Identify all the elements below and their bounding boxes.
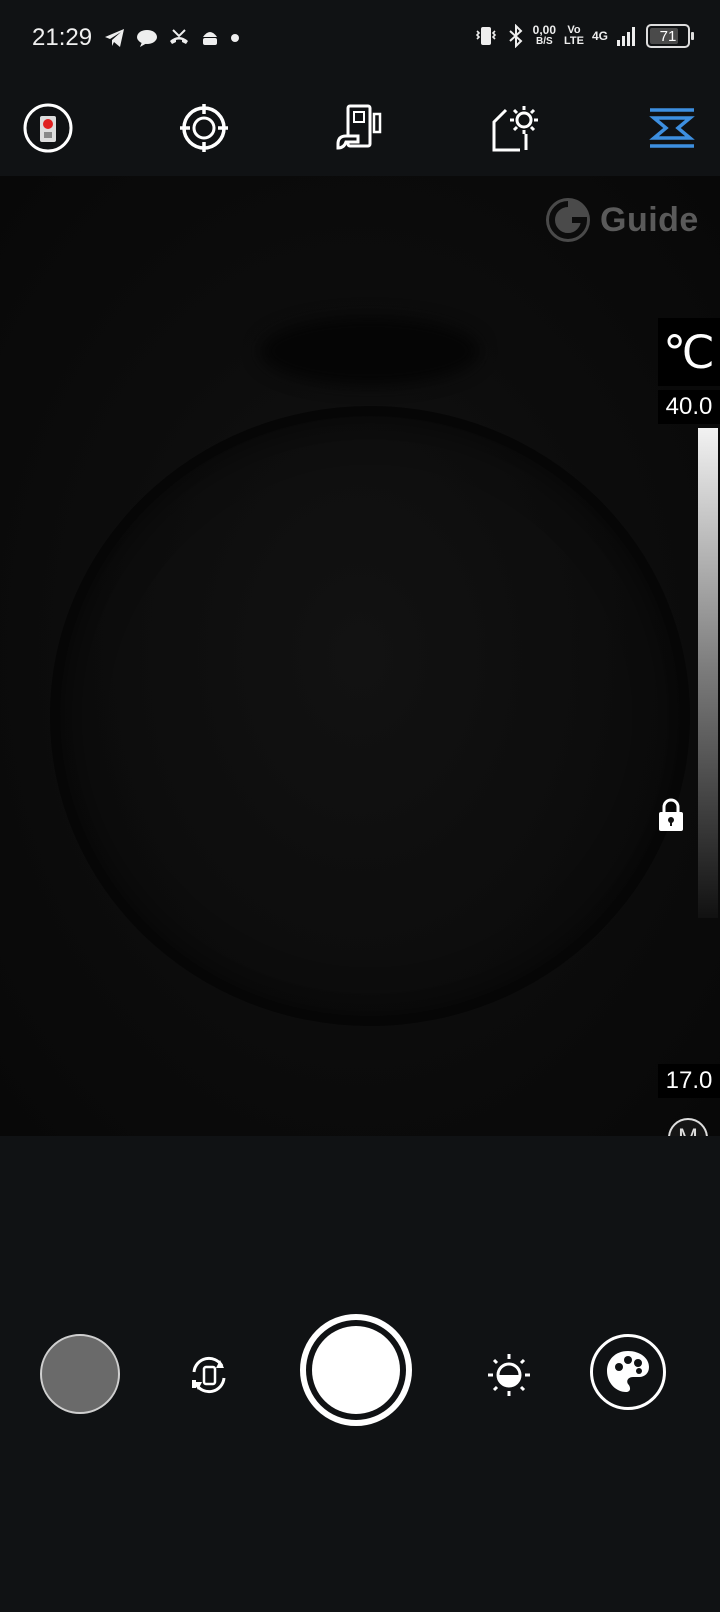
thermal-shadow xyxy=(260,316,480,386)
scale-gradient-bar[interactable] xyxy=(698,428,718,918)
device-wrench-icon xyxy=(336,104,382,150)
shutter-inner xyxy=(312,1326,400,1414)
rotate-device-icon xyxy=(192,1356,226,1394)
missed-call-icon xyxy=(170,29,188,44)
crosshair-target-icon xyxy=(180,104,228,152)
net-speed-value: 0,00 xyxy=(532,23,557,37)
brightness-button[interactable] xyxy=(486,1352,532,1403)
scale-lock-button[interactable] xyxy=(658,798,684,837)
guide-logo-icon xyxy=(546,198,590,242)
signal-icon xyxy=(617,27,635,46)
brightness-icon xyxy=(488,1354,530,1396)
net-speed: 0,00 B/S xyxy=(533,24,556,48)
image-settings-button[interactable] xyxy=(488,100,544,156)
bluetooth-icon xyxy=(508,24,523,48)
thermal-ring-shape xyxy=(50,406,690,1026)
vibrate-icon xyxy=(475,27,496,45)
brand-name: Guide xyxy=(600,200,699,239)
more-notifications-dot xyxy=(231,34,239,42)
volte-indicator: Vo LTE xyxy=(564,25,584,47)
image-brightness-icon xyxy=(492,106,538,152)
palette-icon xyxy=(607,1351,649,1392)
bottom-controls xyxy=(0,1300,720,1460)
target-button[interactable] xyxy=(176,100,232,156)
notification-icons xyxy=(104,28,240,48)
battery-level: 71 xyxy=(659,27,677,45)
network-generation: 4G xyxy=(591,29,608,43)
thermal-camera-icon xyxy=(23,103,73,153)
spot-range-button[interactable] xyxy=(644,100,700,156)
battery-indicator: 71 xyxy=(646,24,694,48)
system-status: 0,00 B/S Vo LTE 4G 71 xyxy=(473,24,694,48)
rotate-button[interactable] xyxy=(186,1352,232,1403)
temperature-unit[interactable]: ℃ xyxy=(658,318,720,386)
spot-range-icon xyxy=(649,108,695,148)
lock-icon xyxy=(659,798,683,831)
gallery-thumbnail-button[interactable] xyxy=(40,1334,120,1414)
scale-min-value[interactable]: 17.0 xyxy=(658,1064,720,1098)
scale-max-value[interactable]: 40.0 xyxy=(658,390,720,424)
manual-mode-button[interactable]: M xyxy=(668,1118,708,1136)
thermal-viewer[interactable]: Guide ℃ 40.0 17.0 M xyxy=(0,176,720,1136)
telegram-icon xyxy=(105,29,124,47)
top-toolbar xyxy=(0,92,720,172)
device-settings-button[interactable] xyxy=(332,100,388,156)
color-palette-button[interactable] xyxy=(590,1334,666,1410)
shutter-button[interactable] xyxy=(300,1314,412,1426)
status-bar: 21:29 0,00 B/S Vo LTE 4G 71 xyxy=(0,0,720,80)
chat-bubble-icon xyxy=(137,30,157,47)
temperature-scale: ℃ 40.0 17.0 M xyxy=(656,318,720,1136)
volte-bottom: LTE xyxy=(564,35,584,47)
brand-logo: Guide xyxy=(544,196,699,244)
net-speed-unit: B/S xyxy=(536,36,553,47)
camera-mode-button[interactable] xyxy=(20,100,76,156)
android-icon xyxy=(203,32,217,45)
status-time: 21:29 xyxy=(32,24,93,51)
